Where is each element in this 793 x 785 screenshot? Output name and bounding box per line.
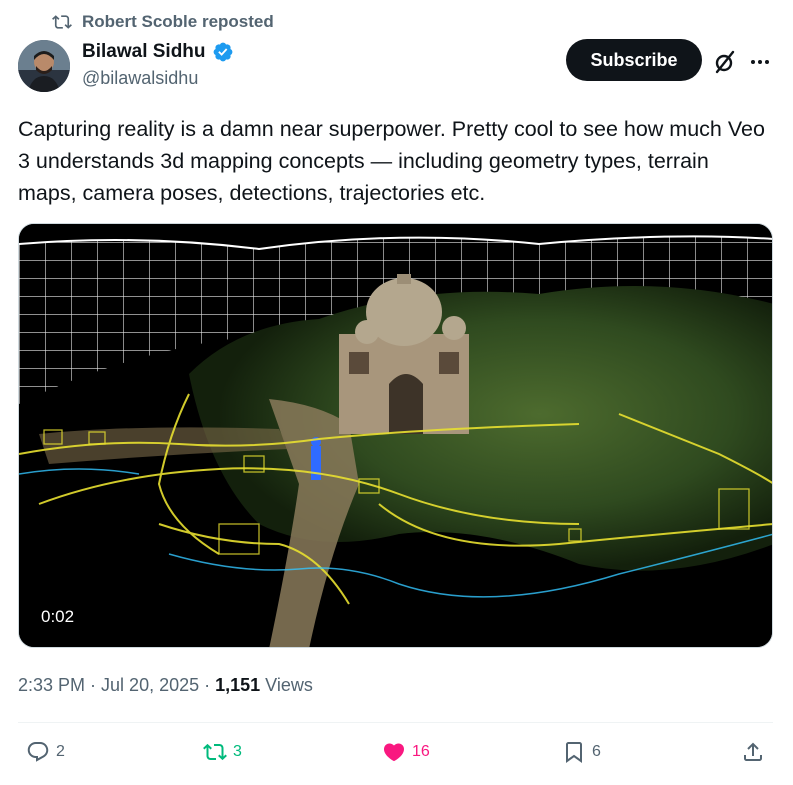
reply-button[interactable]: 2	[26, 740, 65, 764]
repost-count: 3	[233, 743, 242, 760]
video-player[interactable]: 0:02	[18, 223, 773, 648]
repost-banner-text: Robert Scoble reposted	[82, 12, 274, 31]
display-name[interactable]: Bilawal Sidhu	[82, 41, 206, 63]
views-count: 1,151	[215, 675, 261, 695]
handle[interactable]: @bilawalsidhu	[82, 68, 234, 89]
repost-icon	[203, 743, 227, 761]
repost-banner[interactable]: Robert Scoble reposted	[52, 12, 274, 32]
video-duration: 0:02	[41, 607, 75, 626]
tweet-text: Capturing reality is a damn near superpo…	[18, 117, 765, 205]
bookmark-count: 6	[592, 743, 601, 760]
repost-icon	[52, 15, 72, 29]
action-bar: 2 3 16 6	[0, 740, 793, 768]
share-button[interactable]	[741, 740, 765, 764]
tweet-date[interactable]: Jul 20, 2025	[101, 675, 199, 696]
reply-count: 2	[56, 743, 65, 760]
heart-icon	[383, 743, 405, 762]
avatar-image	[18, 40, 70, 92]
meta-separator: ·	[90, 675, 97, 695]
like-count: 16	[412, 743, 430, 760]
meta-separator: ·	[204, 675, 211, 695]
tweet-meta: 2:33 PM · Jul 20, 2025 · 1,151 Views	[18, 675, 313, 696]
grok-icon[interactable]	[712, 49, 738, 75]
views-label: Views	[265, 675, 313, 695]
bookmark-icon	[566, 742, 582, 763]
verified-badge-icon	[213, 42, 232, 62]
reply-icon	[27, 742, 49, 762]
tweet-time[interactable]: 2:33 PM	[18, 675, 85, 696]
video-thumbnail	[19, 224, 772, 647]
subscribe-button[interactable]: Subscribe	[566, 39, 702, 81]
bookmark-button[interactable]: 6	[562, 740, 601, 764]
avatar[interactable]	[18, 40, 70, 92]
more-icon[interactable]	[748, 50, 772, 74]
repost-button[interactable]: 3	[203, 740, 242, 764]
share-icon	[744, 742, 762, 761]
divider	[18, 722, 773, 723]
like-button[interactable]: 16	[382, 740, 430, 764]
author-info[interactable]: Bilawal Sidhu @bilawalsidhu	[82, 40, 234, 89]
